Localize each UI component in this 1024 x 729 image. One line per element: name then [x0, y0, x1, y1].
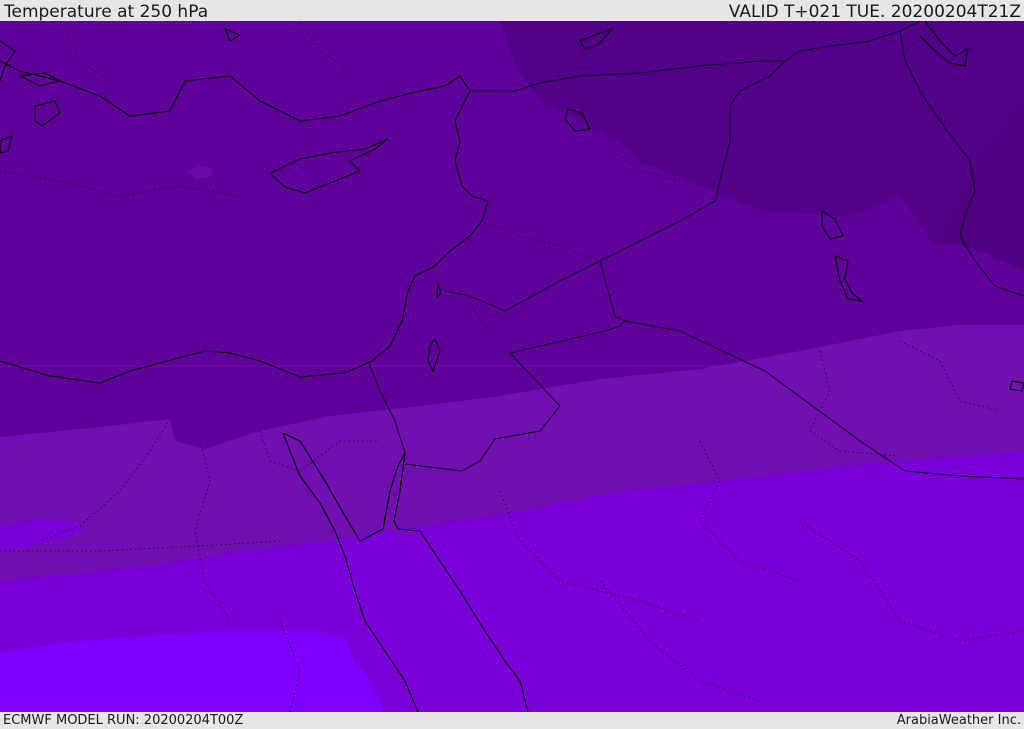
credit-label: ArabiaWeather Inc. [896, 713, 1021, 728]
valid-time-label: VALID T+021 TUE. 20200204T21Z [728, 2, 1021, 22]
temperature-map[interactable] [0, 21, 1024, 712]
model-run-label: ECMWF MODEL RUN: 20200204T00Z [3, 713, 244, 728]
header-bar: Temperature at 250 hPa VALID T+021 TUE. … [0, 0, 1024, 22]
map-title: Temperature at 250 hPa [4, 2, 209, 22]
footer-bar: ECMWF MODEL RUN: 20200204T00Z ArabiaWeat… [0, 712, 1024, 729]
map-canvas [0, 21, 1024, 712]
